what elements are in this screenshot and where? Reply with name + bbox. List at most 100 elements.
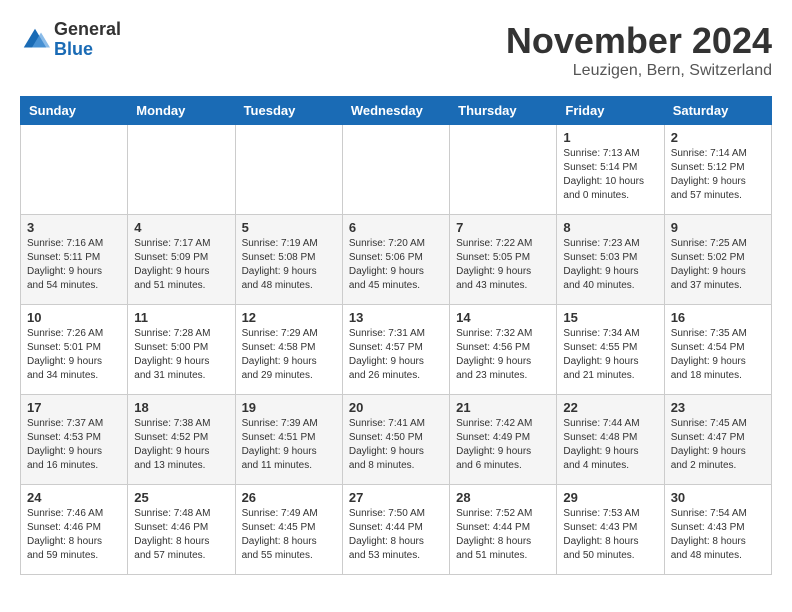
- header-sunday: Sunday: [21, 97, 128, 125]
- day-number: 19: [242, 400, 336, 415]
- logo-text: General Blue: [54, 20, 121, 60]
- day-number: 25: [134, 490, 228, 505]
- header-saturday: Saturday: [664, 97, 771, 125]
- day-number: 27: [349, 490, 443, 505]
- day-info: Sunrise: 7:44 AM Sunset: 4:48 PM Dayligh…: [563, 417, 657, 473]
- location-title: Leuzigen, Bern, Switzerland: [506, 62, 772, 80]
- table-row: 20 Sunrise: 7:41 AM Sunset: 4:50 PM Dayli…: [342, 395, 449, 485]
- day-number: 20: [349, 400, 443, 415]
- table-row: 26 Sunrise: 7:49 AM Sunset: 4:45 PM Dayli…: [235, 485, 342, 575]
- day-number: 12: [242, 310, 336, 325]
- table-row: 22 Sunrise: 7:44 AM Sunset: 4:48 PM Dayli…: [557, 395, 664, 485]
- day-number: 30: [671, 490, 765, 505]
- page-header: General Blue November 2024 Leuzigen, Ber…: [20, 20, 772, 80]
- table-row: 27 Sunrise: 7:50 AM Sunset: 4:44 PM Dayli…: [342, 485, 449, 575]
- table-row: 29 Sunrise: 7:53 AM Sunset: 4:43 PM Dayli…: [557, 485, 664, 575]
- day-number: 24: [27, 490, 121, 505]
- day-number: 6: [349, 220, 443, 235]
- table-row: 12Sunrise: 7:29 AM Sunset: 4:58 PM Dayli…: [235, 305, 342, 395]
- header-monday: Monday: [128, 97, 235, 125]
- day-info: Sunrise: 7:17 AM Sunset: 5:09 PM Dayligh…: [134, 237, 228, 293]
- day-number: 15: [563, 310, 657, 325]
- day-number: 14: [456, 310, 550, 325]
- header-wednesday: Wednesday: [342, 97, 449, 125]
- day-info: Sunrise: 7:13 AM Sunset: 5:14 PM Dayligh…: [563, 147, 657, 203]
- day-info: Sunrise: 7:45 AM Sunset: 4:47 PM Dayligh…: [671, 417, 765, 473]
- day-number: 16: [671, 310, 765, 325]
- table-row: 24 Sunrise: 7:46 AM Sunset: 4:46 PM Dayli…: [21, 485, 128, 575]
- table-row: 17Sunrise: 7:37 AM Sunset: 4:53 PM Dayli…: [21, 395, 128, 485]
- logo-general-text: General: [54, 20, 121, 40]
- table-row: 10 Sunrise: 7:26 AM Sunset: 5:01 PM Dayli…: [21, 305, 128, 395]
- day-number: 11: [134, 310, 228, 325]
- table-row: [21, 125, 128, 215]
- day-info: Sunrise: 7:26 AM Sunset: 5:01 PM Dayligh…: [27, 327, 121, 383]
- day-info: Sunrise: 7:19 AM Sunset: 5:08 PM Dayligh…: [242, 237, 336, 293]
- table-row: 4Sunrise: 7:17 AM Sunset: 5:09 PM Daylig…: [128, 215, 235, 305]
- table-row: 1 Sunrise: 7:13 AM Sunset: 5:14 PM Daylig…: [557, 125, 664, 215]
- day-number: 26: [242, 490, 336, 505]
- table-row: 16Sunrise: 7:35 AM Sunset: 4:54 PM Dayli…: [664, 305, 771, 395]
- day-info: Sunrise: 7:53 AM Sunset: 4:43 PM Dayligh…: [563, 507, 657, 563]
- calendar-table: Sunday Monday Tuesday Wednesday Thursday…: [20, 96, 772, 575]
- table-row: 21 Sunrise: 7:42 AM Sunset: 4:49 PM Dayli…: [450, 395, 557, 485]
- day-info: Sunrise: 7:34 AM Sunset: 4:55 PM Dayligh…: [563, 327, 657, 383]
- table-row: 25Sunrise: 7:48 AM Sunset: 4:46 PM Dayli…: [128, 485, 235, 575]
- day-number: 5: [242, 220, 336, 235]
- table-row: 5 Sunrise: 7:19 AM Sunset: 5:08 PM Daylig…: [235, 215, 342, 305]
- logo: General Blue: [20, 20, 121, 60]
- table-row: 13Sunrise: 7:31 AM Sunset: 4:57 PM Dayli…: [342, 305, 449, 395]
- day-info: Sunrise: 7:14 AM Sunset: 5:12 PM Dayligh…: [671, 147, 765, 203]
- day-number: 9: [671, 220, 765, 235]
- day-number: 10: [27, 310, 121, 325]
- day-number: 17: [27, 400, 121, 415]
- day-info: Sunrise: 7:38 AM Sunset: 4:52 PM Dayligh…: [134, 417, 228, 473]
- table-row: 19 Sunrise: 7:39 AM Sunset: 4:51 PM Dayli…: [235, 395, 342, 485]
- calendar-header-row: Sunday Monday Tuesday Wednesday Thursday…: [21, 97, 772, 125]
- header-tuesday: Tuesday: [235, 97, 342, 125]
- day-number: 23: [671, 400, 765, 415]
- table-row: 28Sunrise: 7:52 AM Sunset: 4:44 PM Dayli…: [450, 485, 557, 575]
- table-row: [128, 125, 235, 215]
- day-number: 8: [563, 220, 657, 235]
- day-info: Sunrise: 7:49 AM Sunset: 4:45 PM Dayligh…: [242, 507, 336, 563]
- day-info: Sunrise: 7:25 AM Sunset: 5:02 PM Dayligh…: [671, 237, 765, 293]
- day-info: Sunrise: 7:46 AM Sunset: 4:46 PM Dayligh…: [27, 507, 121, 563]
- day-info: Sunrise: 7:32 AM Sunset: 4:56 PM Dayligh…: [456, 327, 550, 383]
- day-number: 29: [563, 490, 657, 505]
- day-info: Sunrise: 7:52 AM Sunset: 4:44 PM Dayligh…: [456, 507, 550, 563]
- day-info: Sunrise: 7:42 AM Sunset: 4:49 PM Dayligh…: [456, 417, 550, 473]
- day-number: 7: [456, 220, 550, 235]
- table-row: 11Sunrise: 7:28 AM Sunset: 5:00 PM Dayli…: [128, 305, 235, 395]
- day-number: 22: [563, 400, 657, 415]
- logo-blue-text: Blue: [54, 40, 121, 60]
- day-info: Sunrise: 7:23 AM Sunset: 5:03 PM Dayligh…: [563, 237, 657, 293]
- day-info: Sunrise: 7:31 AM Sunset: 4:57 PM Dayligh…: [349, 327, 443, 383]
- day-number: 18: [134, 400, 228, 415]
- month-title: November 2024: [506, 20, 772, 62]
- day-number: 21: [456, 400, 550, 415]
- calendar-week-row: 10 Sunrise: 7:26 AM Sunset: 5:01 PM Dayli…: [21, 305, 772, 395]
- day-info: Sunrise: 7:20 AM Sunset: 5:06 PM Dayligh…: [349, 237, 443, 293]
- table-row: 7 Sunrise: 7:22 AM Sunset: 5:05 PM Daylig…: [450, 215, 557, 305]
- table-row: 9 Sunrise: 7:25 AM Sunset: 5:02 PM Daylig…: [664, 215, 771, 305]
- day-info: Sunrise: 7:22 AM Sunset: 5:05 PM Dayligh…: [456, 237, 550, 293]
- table-row: 14 Sunrise: 7:32 AM Sunset: 4:56 PM Dayli…: [450, 305, 557, 395]
- table-row: 15 Sunrise: 7:34 AM Sunset: 4:55 PM Dayli…: [557, 305, 664, 395]
- table-row: 3Sunrise: 7:16 AM Sunset: 5:11 PM Daylig…: [21, 215, 128, 305]
- day-info: Sunrise: 7:39 AM Sunset: 4:51 PM Dayligh…: [242, 417, 336, 473]
- header-friday: Friday: [557, 97, 664, 125]
- day-number: 3: [27, 220, 121, 235]
- calendar-week-row: 24 Sunrise: 7:46 AM Sunset: 4:46 PM Dayli…: [21, 485, 772, 575]
- table-row: 6 Sunrise: 7:20 AM Sunset: 5:06 PM Daylig…: [342, 215, 449, 305]
- table-row: [235, 125, 342, 215]
- day-info: Sunrise: 7:41 AM Sunset: 4:50 PM Dayligh…: [349, 417, 443, 473]
- day-number: 2: [671, 130, 765, 145]
- logo-icon: [20, 25, 50, 55]
- table-row: [450, 125, 557, 215]
- table-row: 23 Sunrise: 7:45 AM Sunset: 4:47 PM Dayli…: [664, 395, 771, 485]
- day-number: 1: [563, 130, 657, 145]
- day-info: Sunrise: 7:50 AM Sunset: 4:44 PM Dayligh…: [349, 507, 443, 563]
- calendar-week-row: 17Sunrise: 7:37 AM Sunset: 4:53 PM Dayli…: [21, 395, 772, 485]
- table-row: [342, 125, 449, 215]
